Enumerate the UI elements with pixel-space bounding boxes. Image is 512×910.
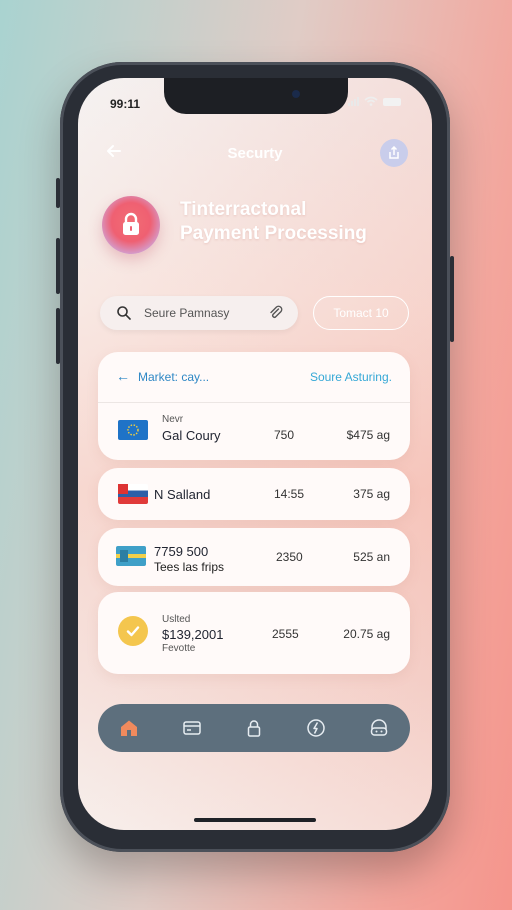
row-value: 525 an: [353, 550, 390, 564]
search-icon: [117, 306, 131, 320]
security-lock-badge: [102, 196, 160, 254]
phone-side-button: [56, 178, 60, 208]
hero-title-line: Payment Processing: [180, 223, 367, 244]
list-header-right[interactable]: Soure Asturing.: [310, 370, 392, 384]
hero-title-line: Tinterractonal: [180, 199, 307, 220]
contact-button[interactable]: Tomact 10: [313, 296, 409, 330]
search-input[interactable]: Seure Pamnasy: [100, 296, 298, 330]
home-icon: [121, 720, 138, 736]
support-icon: [370, 719, 387, 736]
attachment-icon[interactable]: [268, 305, 284, 321]
row-title: N Salland: [154, 487, 211, 502]
row-amount: 750: [274, 428, 295, 442]
row-subtitle: Fevotte: [162, 643, 196, 654]
row-amount: 2555: [272, 627, 299, 641]
row-title: Gal Coury: [162, 428, 221, 443]
share-button[interactable]: [380, 139, 408, 167]
phone-side-button: [450, 256, 454, 342]
tab-support[interactable]: [359, 708, 399, 748]
tab-home[interactable]: [109, 708, 149, 748]
row-amount: 14:55: [274, 487, 305, 501]
list-item[interactable]: 7759 500 Tees las frips 2350 525 an: [98, 528, 410, 586]
check-icon: [118, 616, 148, 646]
card-icon: [182, 721, 201, 735]
list-header-left[interactable]: Market: cay...: [138, 370, 209, 384]
notch: [164, 78, 348, 114]
battery-icon: [383, 98, 401, 106]
flag-icon: [118, 484, 148, 504]
lock-icon: [247, 720, 261, 737]
camera-dot: [292, 90, 300, 98]
home-indicator: [194, 818, 316, 822]
arrow-left-icon: [107, 145, 121, 157]
list-item[interactable]: Nevr Gal Coury 750 $475 ag: [98, 402, 410, 460]
row-kicker: Nevr: [162, 414, 184, 425]
list-item[interactable]: Uslted $139,2001 Fevotte 2555 20.75 ag: [98, 592, 410, 674]
list-back-arrow-icon[interactable]: ←: [116, 368, 130, 384]
row-value: 375 ag: [353, 487, 390, 501]
tab-explore[interactable]: [296, 708, 336, 748]
page-title: Securty: [227, 145, 283, 162]
status-time: 99:11: [110, 97, 141, 111]
wifi-icon: [364, 96, 378, 106]
row-title: 7759 500: [154, 544, 209, 559]
row-value: $475 ag: [346, 428, 390, 442]
bottom-tab-bar: [98, 704, 410, 752]
row-kicker: Uslted: [162, 614, 191, 625]
row-amount: 2350: [276, 550, 303, 564]
tab-cards[interactable]: [172, 708, 212, 748]
tab-security[interactable]: [234, 708, 274, 748]
flag-icon: [116, 546, 146, 566]
lock-icon: [123, 212, 139, 235]
eu-flag-icon: [118, 420, 148, 440]
list-item[interactable]: N Salland 14:55 375 ag: [98, 468, 410, 520]
row-subtitle: Tees las frips: [154, 560, 225, 574]
hero-title: Tinterractonal Payment Processing: [180, 198, 410, 246]
list-header: ← Market: cay... Soure Asturing.: [98, 352, 410, 403]
signal-icon: [348, 97, 359, 106]
status-icons: [348, 96, 401, 106]
row-title: $139,2001: [162, 627, 224, 642]
phone-side-button: [56, 308, 60, 364]
transactions-list-card: ← Market: cay... Soure Asturing. Nevr Ga…: [98, 352, 410, 460]
back-button[interactable]: [102, 142, 126, 166]
row-value: 20.75 ag: [343, 627, 390, 641]
phone-side-button: [56, 238, 60, 294]
compass-icon: [307, 719, 326, 737]
share-icon: [389, 145, 399, 159]
search-placeholder: Seure Pamnasy: [144, 306, 230, 320]
